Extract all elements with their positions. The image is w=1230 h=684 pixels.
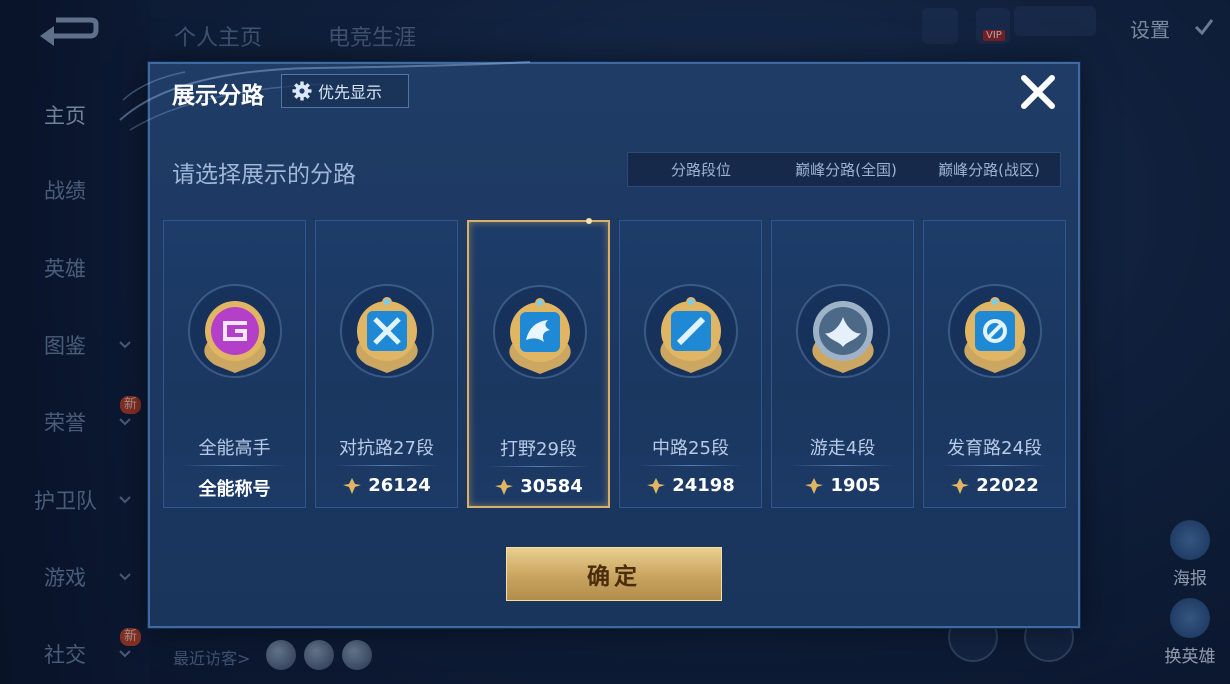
jungle-emblem-icon [493,285,587,379]
tab-peak-region[interactable]: 巅峰分路(战区) [918,153,1060,186]
lane-card-score: 全能称号 [164,475,305,501]
gear-icon [292,81,312,101]
lane-card-name: 全能高手 [198,438,271,459]
allround-emblem-icon [188,284,282,378]
dialog-title: 展示分路 [172,83,264,109]
divider [790,465,895,466]
power-score-icon [805,477,824,494]
lane-card[interactable]: 打野29段 30584 [467,218,610,508]
lane-card-score: 1905 [772,475,913,496]
lane-card-name: 中路25段 [652,438,729,459]
divider [182,465,287,466]
dialog-subtitle: 请选择展示的分路 [172,162,356,188]
divider [942,465,1047,466]
lane-card[interactable]: 对抗路27段 26124 [315,220,458,508]
divider [334,465,439,466]
lane-card[interactable]: 游走4段 1905 [771,220,914,508]
priority-display-label: 优先显示 [318,83,383,102]
divider [638,465,743,466]
lane-card-name: 游走4段 [809,438,876,459]
confirm-button[interactable]: 确定 [506,547,722,601]
lane-card-score-value: 26124 [368,475,431,496]
confirm-label: 确定 [587,564,641,590]
farm-lane-emblem-icon [948,284,1042,378]
lane-card[interactable]: 全能高手 全能称号 [163,220,306,508]
power-score-icon [647,477,666,494]
power-score-icon [495,478,514,495]
lane-card-score-value: 24198 [672,475,735,496]
lane-card[interactable]: 发育路24段 22022 [923,220,1066,508]
tab-lane-rank-label: 分路段位 [670,161,731,179]
lane-card-score: 26124 [316,475,457,496]
divider [487,466,590,467]
segment-control: 分路段位 巅峰分路(全国) 巅峰分路(战区) [627,152,1061,187]
lane-card-score-value: 30584 [520,476,583,497]
lane-card-score-value: 1905 [830,475,881,496]
selected-corner-dot [586,218,592,224]
tab-peak-national-label: 巅峰分路(全国) [795,161,897,179]
lane-card-name: 发育路24段 [947,438,1042,459]
lane-card-score: 22022 [924,475,1065,496]
lane-card[interactable]: 中路25段 24198 [619,220,762,508]
mid-lane-emblem-icon [644,284,738,378]
tab-peak-region-label: 巅峰分路(战区) [938,161,1040,179]
priority-display-button[interactable]: 优先显示 [281,74,409,108]
lane-card-name: 打野29段 [500,439,577,460]
lane-card-score: 30584 [469,476,608,497]
lane-card-score: 24198 [620,475,761,496]
roam-emblem-icon [796,284,890,378]
lane-card-name: 对抗路27段 [339,438,434,459]
tab-lane-rank[interactable]: 分路段位 [628,153,774,186]
power-score-icon [343,477,362,494]
lane-card-score-value: 22022 [976,475,1039,496]
tab-peak-national[interactable]: 巅峰分路(全国) [774,153,918,186]
lane-card-score-value: 全能称号 [198,479,271,500]
power-score-icon [951,477,970,494]
close-icon[interactable] [1018,72,1058,112]
clash-lane-emblem-icon [340,284,434,378]
